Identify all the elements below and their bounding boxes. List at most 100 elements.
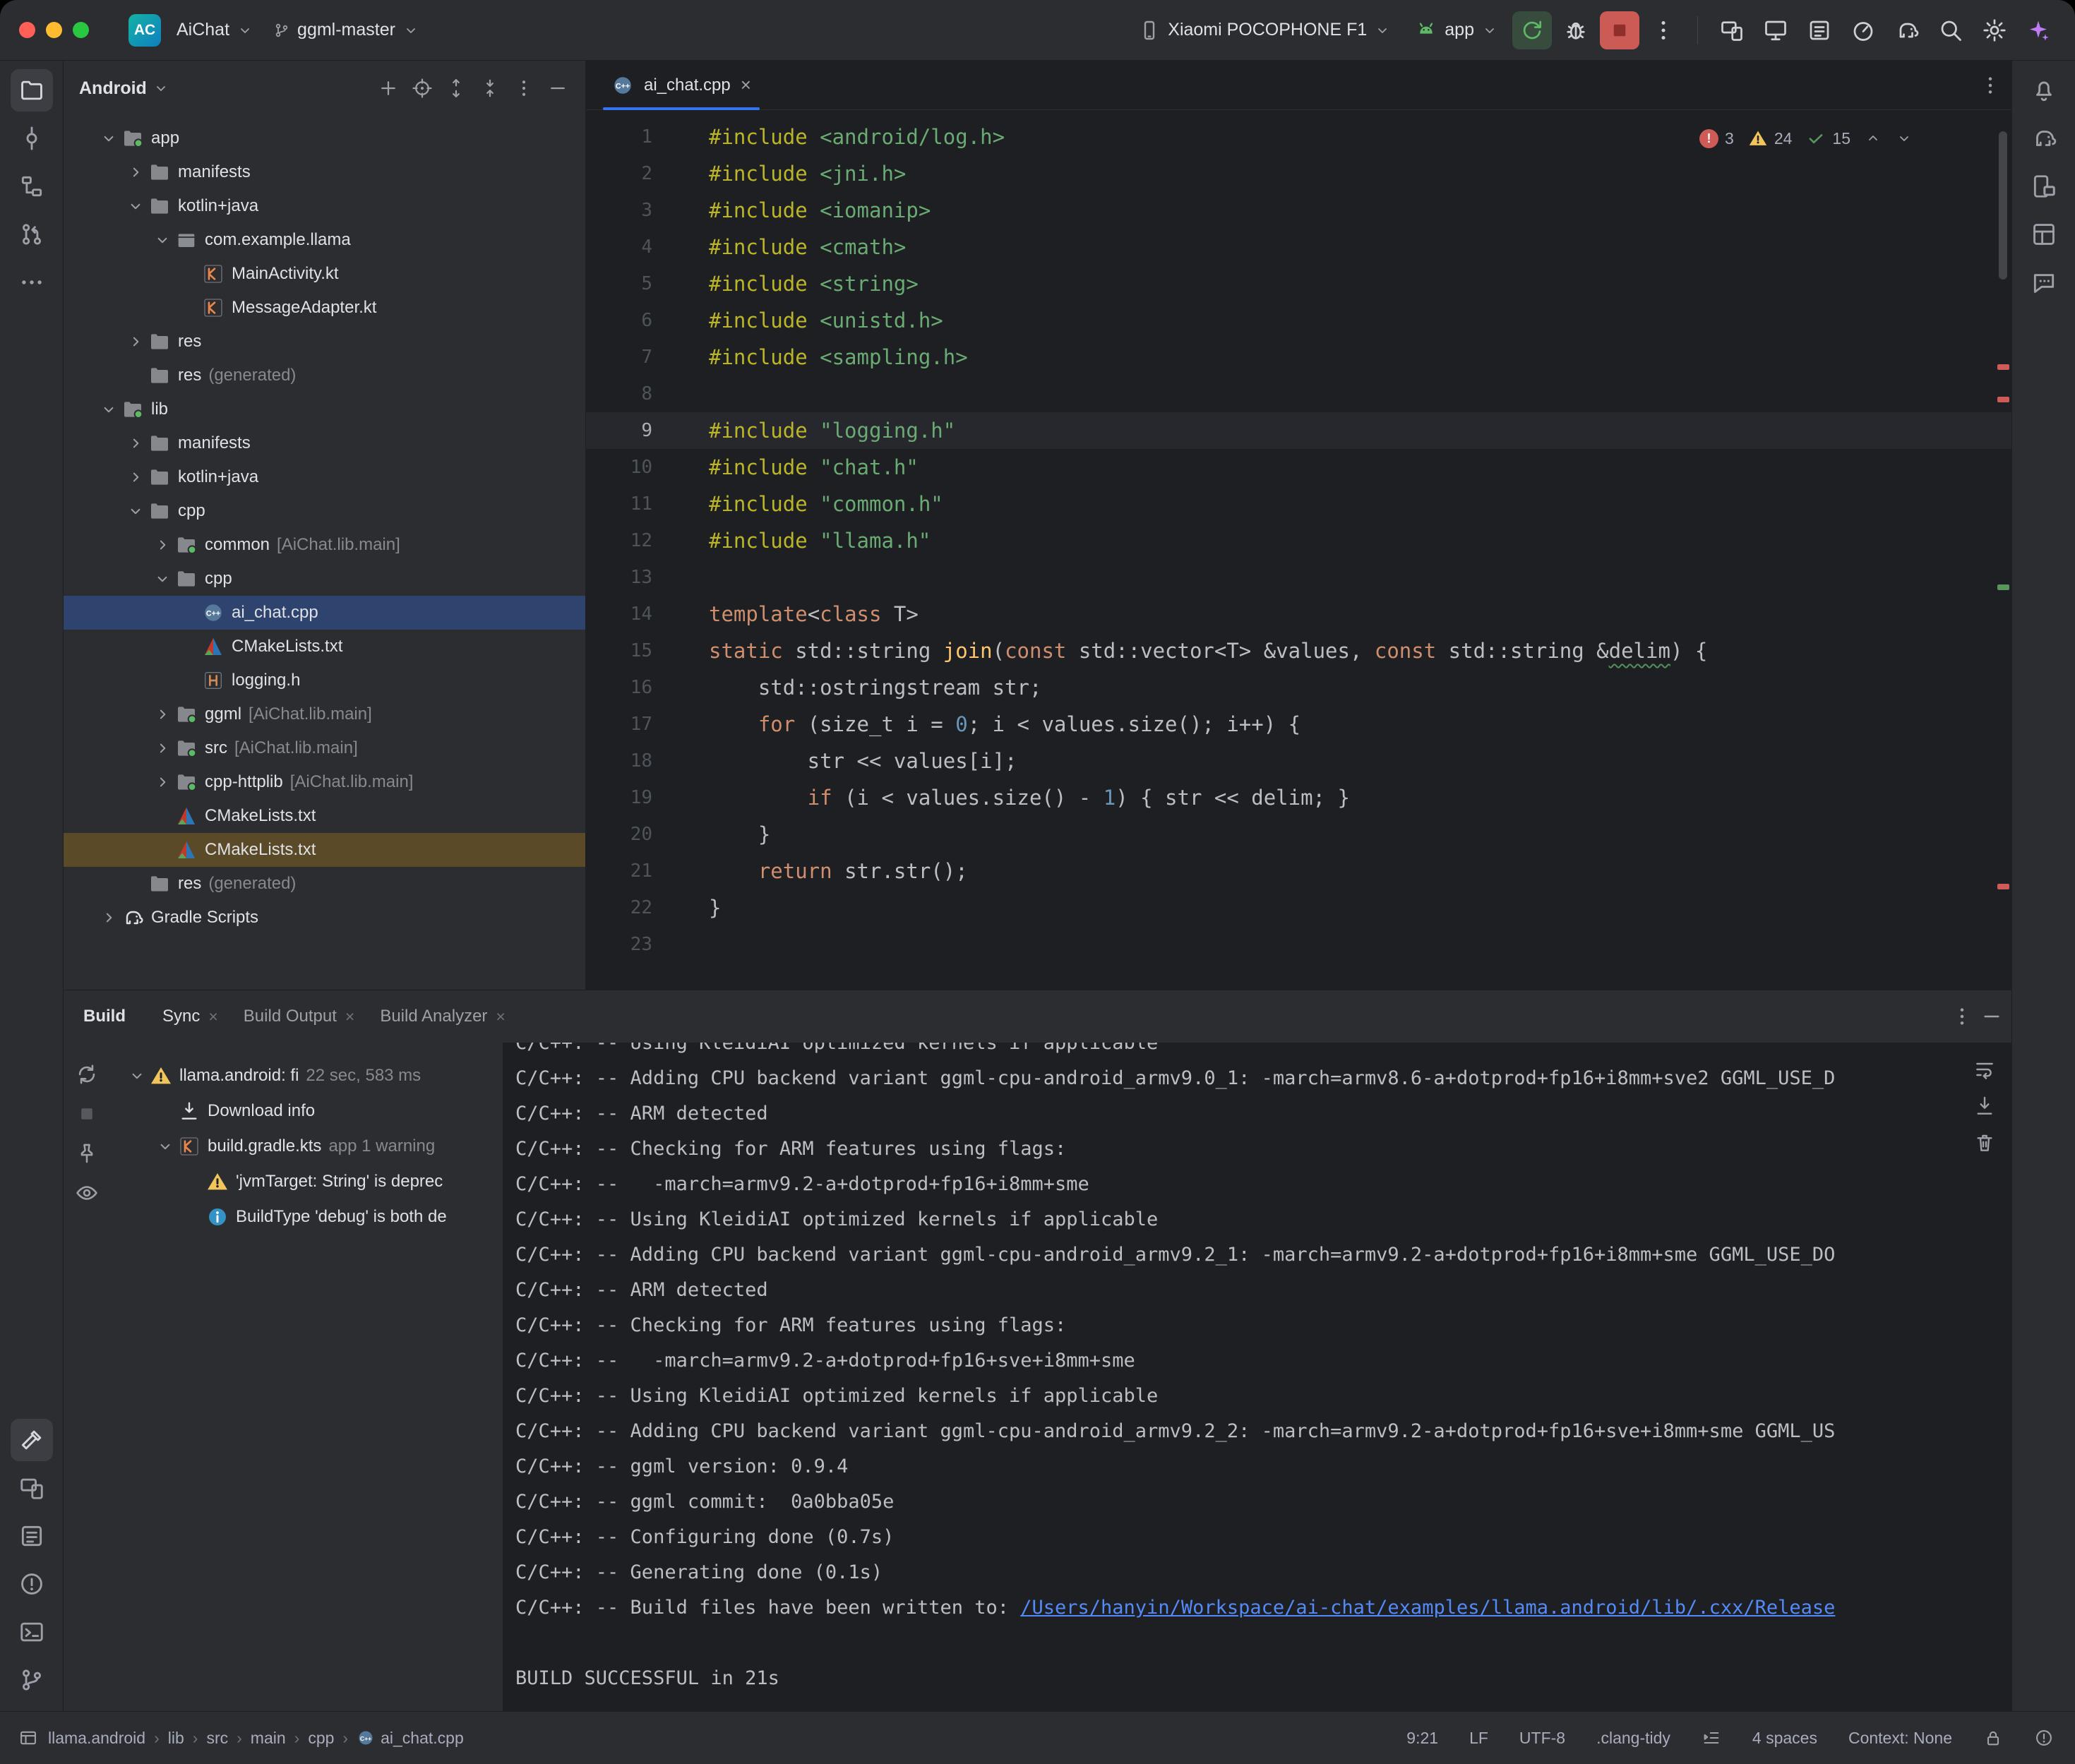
chevron-down-icon[interactable] xyxy=(123,196,148,216)
previous-problem-icon[interactable] xyxy=(1865,130,1882,147)
version-control-tool-button[interactable] xyxy=(11,1659,53,1701)
tree-item-ai-chat-cpp[interactable]: C++ai_chat.cpp xyxy=(64,596,585,630)
scroll-to-end-button[interactable] xyxy=(1973,1095,1996,1117)
tree-item-cpp[interactable]: cpp xyxy=(64,562,585,596)
tree-item-download-info[interactable]: Download info xyxy=(110,1093,503,1129)
build-options-icon[interactable] xyxy=(1951,1005,1973,1028)
terminal-tool-button[interactable] xyxy=(11,1611,53,1653)
hide-build-panel-icon[interactable] xyxy=(1980,1005,2003,1028)
code-line[interactable]: 18 str << values[i]; xyxy=(586,743,2011,779)
commit-tool-button[interactable] xyxy=(11,117,53,160)
search-everywhere-button[interactable] xyxy=(1931,11,1971,49)
close-tab-icon[interactable]: × xyxy=(345,1007,354,1026)
chevron-right-icon[interactable] xyxy=(123,433,148,453)
problems-tool-button[interactable] xyxy=(11,1563,53,1605)
app-quality-insights-tool-button[interactable] xyxy=(2023,261,2065,304)
code-line[interactable]: 2#include <jni.h> xyxy=(586,155,2011,192)
breadcrumb-item[interactable]: cpp xyxy=(308,1729,334,1748)
debug-button[interactable] xyxy=(1556,11,1596,49)
code-line[interactable]: 3#include <iomanip> xyxy=(586,192,2011,229)
device-explorer-tool-button[interactable] xyxy=(2023,165,2065,208)
tree-item-com-example-llama[interactable]: com.example.llama xyxy=(64,223,585,257)
chevron-down-icon[interactable] xyxy=(124,1066,150,1086)
code-line[interactable]: 19 if (i < values.size() - 1) { str << d… xyxy=(586,779,2011,816)
stop-button[interactable] xyxy=(1600,11,1639,49)
code-area[interactable]: 1#include <android/log.h>2#include <jni.… xyxy=(586,110,2011,990)
chevron-right-icon[interactable] xyxy=(123,467,148,487)
hide-project-panel-button[interactable] xyxy=(542,72,574,104)
chevron-down-icon[interactable] xyxy=(96,128,121,148)
device-selector[interactable]: Xiaomi POCOPHONE F1 xyxy=(1128,12,1401,49)
locate-file-button[interactable] xyxy=(406,72,438,104)
tree-item-logging-h[interactable]: logging.h xyxy=(64,664,585,697)
tree-item-cmakelists-txt[interactable]: CMakeLists.txt xyxy=(64,799,585,833)
chevron-right-icon[interactable] xyxy=(150,704,175,724)
gradle-sync-button[interactable] xyxy=(1887,11,1927,49)
build-console[interactable]: C/C++: -- Using KleidiAI optimized kerne… xyxy=(503,1043,2011,1711)
code-line[interactable]: 10#include "chat.h" xyxy=(586,449,2011,486)
line-separator-widget[interactable]: LF xyxy=(1469,1729,1488,1748)
layout-inspector-button[interactable] xyxy=(1756,11,1795,49)
zoom-window-button[interactable] xyxy=(73,22,89,38)
project-selector[interactable]: AiChat xyxy=(167,13,263,47)
code-line[interactable]: 22} xyxy=(586,889,2011,926)
tree-item-res[interactable]: res(generated) xyxy=(64,359,585,392)
minimize-window-button[interactable] xyxy=(46,22,62,38)
code-line[interactable]: 13 xyxy=(586,559,2011,596)
project-tool-button[interactable] xyxy=(11,69,53,112)
next-problem-icon[interactable] xyxy=(1896,130,1913,147)
chevron-right-icon[interactable] xyxy=(123,332,148,352)
rerun-button[interactable] xyxy=(1512,11,1552,49)
pin-tab-button[interactable] xyxy=(75,1141,99,1165)
chevron-right-icon[interactable] xyxy=(123,162,148,182)
ide-errors-icon[interactable] xyxy=(2034,1728,2054,1748)
code-line[interactable]: 21 return str.str(); xyxy=(586,853,2011,889)
tree-item-llama-android-fi[interactable]: llama.android: fi22 sec, 583 ms xyxy=(110,1058,503,1093)
clear-all-button[interactable] xyxy=(1973,1132,1996,1154)
caret-position-widget[interactable]: 9:21 xyxy=(1406,1729,1438,1748)
breadcrumb-item[interactable]: llama.android xyxy=(48,1729,145,1748)
chevron-right-icon[interactable] xyxy=(150,738,175,758)
code-line[interactable]: 6#include <unistd.h> xyxy=(586,302,2011,339)
code-line[interactable]: 16 std::ostringstream str; xyxy=(586,669,2011,706)
chevron-right-icon[interactable] xyxy=(150,535,175,555)
close-tab-icon[interactable]: × xyxy=(496,1007,505,1026)
code-line[interactable]: 4#include <cmath> xyxy=(586,229,2011,265)
tree-item-app[interactable]: app xyxy=(64,121,585,155)
formatter-icon[interactable] xyxy=(1702,1728,1721,1748)
logcat-tool-button[interactable] xyxy=(11,1515,53,1557)
rerun-sync-button[interactable] xyxy=(75,1062,99,1086)
analyzer-widget[interactable]: .clang-tidy xyxy=(1596,1729,1670,1748)
lock-icon[interactable] xyxy=(1983,1728,2003,1748)
inspections-widget[interactable]: !3 24 15 xyxy=(1692,126,1920,151)
editor-tab-ai-chat-cpp[interactable]: C++ ai_chat.cpp × xyxy=(596,61,767,110)
chevron-right-icon[interactable] xyxy=(96,908,121,928)
breadcrumb-item[interactable]: main xyxy=(251,1729,286,1748)
code-line[interactable]: 23 xyxy=(586,926,2011,963)
more-tool-windows-button[interactable] xyxy=(11,261,53,304)
tree-item-messageadapter-kt[interactable]: MessageAdapter.kt xyxy=(64,291,585,325)
code-line[interactable]: 20 } xyxy=(586,816,2011,853)
tree-item-gradle-scripts[interactable]: Gradle Scripts xyxy=(64,901,585,935)
code-line[interactable]: 11#include "common.h" xyxy=(586,486,2011,522)
build-tab-sync[interactable]: Sync× xyxy=(150,990,231,1043)
tree-item-mainactivity-kt[interactable]: MainActivity.kt xyxy=(64,257,585,291)
soft-wrap-button[interactable] xyxy=(1973,1058,1996,1081)
code-line[interactable]: 15static std::string join(const std::vec… xyxy=(586,632,2011,669)
tree-item-lib[interactable]: lib xyxy=(64,392,585,426)
code-line[interactable]: 8 xyxy=(586,376,2011,412)
tree-item-kotlin-java[interactable]: kotlin+java xyxy=(64,460,585,494)
breadcrumb-item[interactable]: C++ai_chat.cpp xyxy=(357,1729,464,1748)
project-view-selector[interactable]: Android xyxy=(79,78,169,99)
tree-item-cpp[interactable]: cpp xyxy=(64,494,585,528)
more-run-actions-button[interactable] xyxy=(1644,11,1683,49)
tree-item-src[interactable]: src[AiChat.lib.main] xyxy=(64,731,585,765)
stop-build-button[interactable] xyxy=(75,1102,99,1126)
tree-item-manifests[interactable]: manifests xyxy=(64,426,585,460)
chevron-down-icon[interactable] xyxy=(150,230,175,250)
console-file-link[interactable]: /Users/hanyin/Workspace/ai-chat/examples… xyxy=(1020,1597,1835,1619)
ai-assistant-button[interactable] xyxy=(2019,11,2058,49)
tree-item--jvmtarget-string-is-deprec[interactable]: 'jvmTarget: String' is deprec xyxy=(110,1164,503,1199)
build-tool-button[interactable] xyxy=(11,1419,53,1461)
tree-item-common[interactable]: common[AiChat.lib.main] xyxy=(64,528,585,562)
